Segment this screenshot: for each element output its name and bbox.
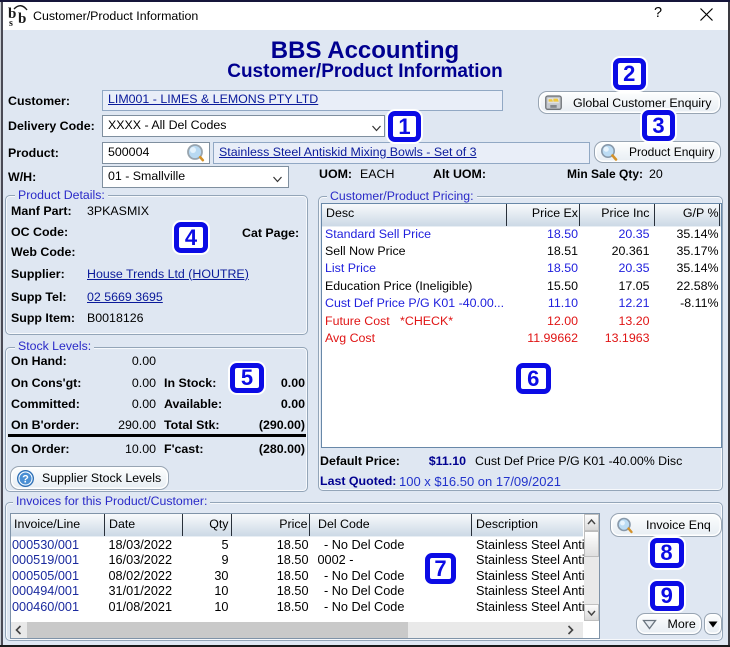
svg-text:s: s <box>9 18 13 27</box>
svg-text:b: b <box>18 11 26 27</box>
svg-text:?: ? <box>22 473 29 485</box>
